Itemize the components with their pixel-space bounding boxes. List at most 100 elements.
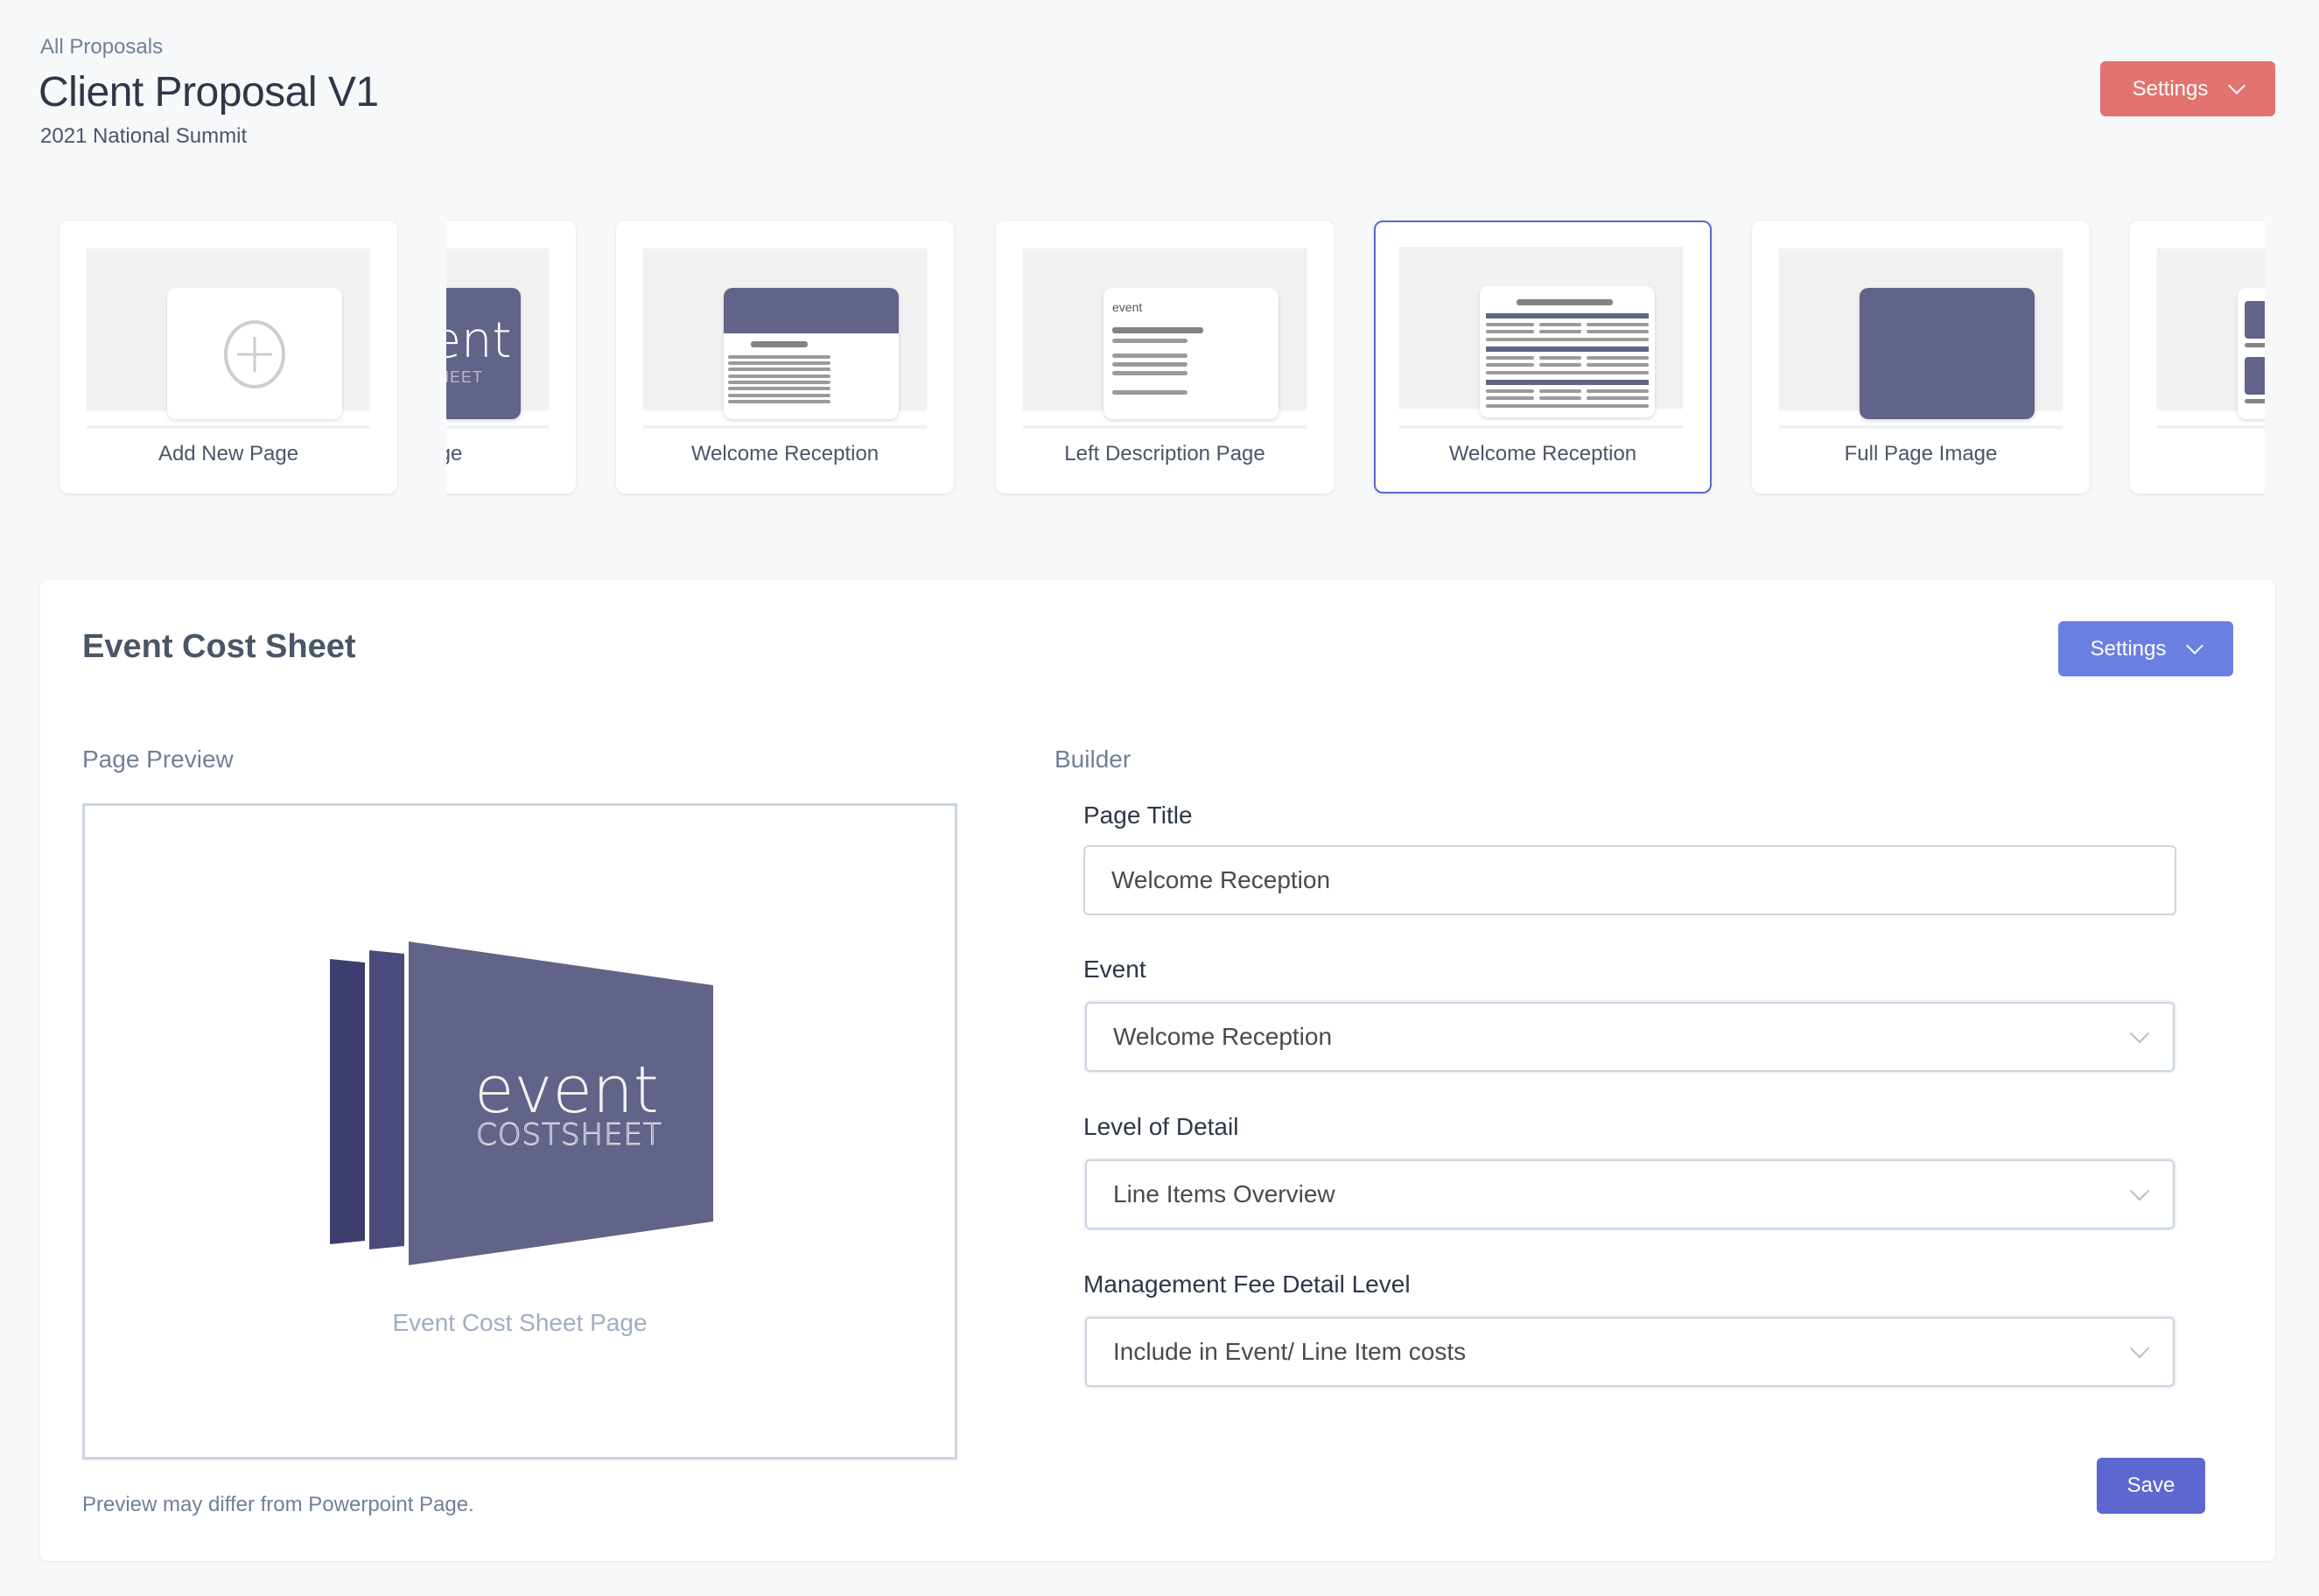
thumbnail-bar: [1587, 323, 1649, 326]
thumbnail-background: [1779, 248, 2063, 419]
thumbnail-bar: [1539, 323, 1581, 326]
thumbnail-bar: [1486, 330, 1534, 333]
thumbnail-bar: [1517, 299, 1613, 305]
thumbnail-bar: [1486, 396, 1534, 400]
card-label: Welcome Reception: [690, 442, 879, 466]
thumbnail-bar: [1112, 362, 1188, 367]
thumbnail-table-header: [1486, 346, 1649, 352]
management-fee-value: Include in Event/ Line Item costs: [1113, 1338, 1467, 1365]
page-title-value: Welcome Reception: [1111, 866, 1331, 893]
logo-page-back: [330, 959, 365, 1244]
thumbnail-background: event COSTSHEET: [446, 248, 549, 419]
save-button[interactable]: Save: [2097, 1458, 2205, 1514]
chevron-down-icon: [2129, 1338, 2150, 1359]
event-value: Welcome Reception: [1113, 1023, 1333, 1050]
card-divider: [2157, 425, 2265, 429]
thumbnail-bar: [1112, 390, 1188, 395]
card-label: Left Description Page: [1064, 442, 1265, 466]
thumbnail-bar: [1587, 330, 1649, 333]
thumbnail-bar: [1587, 363, 1649, 367]
thumbnail-bar: [1486, 356, 1534, 360]
page-preview-label: Page Preview: [82, 746, 234, 773]
thumbnail-bar: [2245, 343, 2265, 347]
card-label: Full Page Image: [1844, 442, 1998, 466]
thumbnail-bar: [1486, 389, 1534, 393]
page-card-cover[interactable]: event COSTSHEET Cover Page: [446, 220, 576, 494]
card-divider: [446, 425, 549, 429]
thumbnail-page: [167, 288, 342, 419]
thumbnail-logo-text: event: [1112, 300, 1143, 314]
thumbnail-background: [1399, 247, 1683, 417]
logo-page-middle: [369, 950, 404, 1250]
thumbnail-bar: [1486, 404, 1649, 408]
thumbnail-bar: [1539, 389, 1581, 393]
thumbnail-bar: [1539, 363, 1581, 367]
chevron-down-icon: [2129, 1180, 2150, 1201]
logo-sub-text: COSTSHEET: [476, 1117, 662, 1152]
thumbnail-bar: [728, 361, 830, 365]
plus-circle-icon: [224, 320, 285, 388]
thumbnail-header-text: [724, 288, 899, 419]
thumbnail-bar: [1539, 330, 1581, 333]
management-fee-select[interactable]: Include in Event/ Line Item costs: [1085, 1317, 2175, 1387]
card-divider: [1023, 425, 1307, 429]
panel-title: Event Cost Sheet: [82, 628, 356, 665]
add-new-page-card[interactable]: Add New Page: [60, 220, 397, 494]
page-carousel[interactable]: event COSTSHEET Cover Page Welcome Rec: [446, 210, 2265, 508]
thumbnail-bar: [728, 368, 830, 371]
page-card-full-page-image[interactable]: Full Page Image: [1752, 220, 2090, 494]
chevron-down-icon: [2186, 636, 2204, 654]
thumbnail-bar: [1112, 339, 1188, 343]
level-of-detail-select[interactable]: Line Items Overview: [1085, 1159, 2175, 1229]
thumbnail-bar: [728, 394, 830, 397]
page-preview: event COSTSHEET: [82, 803, 957, 1460]
page-settings-button[interactable]: Settings: [2058, 621, 2233, 676]
thumbnail-table-header: [1486, 380, 1649, 385]
thumbnail-background: event: [1023, 248, 1307, 419]
page-card-left-description[interactable]: event Left Description Page: [996, 220, 1334, 494]
settings-label: Settings: [2132, 76, 2209, 101]
page-subtitle: 2021 National Summit: [40, 124, 248, 148]
builder-label: Builder: [1054, 746, 1131, 773]
logo-sub: COSTSHEET: [446, 368, 484, 386]
proposal-settings-button[interactable]: Settings: [2100, 61, 2275, 116]
thumbnail-bar: [1486, 338, 1649, 341]
page-title-label: Page Title: [1083, 802, 1193, 829]
thumbnail-image-list: [2238, 288, 2265, 419]
card-divider: [643, 425, 927, 429]
logo-word: event: [446, 312, 512, 369]
thumbnail-image-block: [2245, 301, 2265, 339]
breadcrumb-all-proposals[interactable]: All Proposals: [40, 35, 163, 60]
thumbnail-bar: [1112, 327, 1203, 333]
page-card-welcome-reception[interactable]: Welcome Reception: [616, 220, 954, 494]
card-divider: [87, 425, 370, 429]
card-label: Welcome Reception: [1448, 442, 1637, 466]
thumbnail-bar: [1486, 363, 1534, 367]
level-of-detail-value: Line Items Overview: [1113, 1180, 1335, 1208]
card-divider: [1399, 425, 1683, 429]
card-divider: [1779, 425, 2063, 429]
thumbnail-bar: [1539, 396, 1581, 400]
thumbnail-full-image: [1860, 288, 2035, 419]
card-label: Add New Page: [158, 442, 299, 466]
thumbnail-bar: [1587, 389, 1649, 393]
thumbnail-image-block: [2245, 357, 2265, 395]
thumbnail-background: [2157, 248, 2265, 419]
page-card-image-list[interactable]: [2130, 220, 2265, 494]
page-title: Client Proposal V1: [39, 69, 379, 116]
thumbnail-bar: [728, 355, 830, 359]
thumbnail-bar: [1587, 356, 1649, 360]
thumbnail-bar: [728, 381, 830, 384]
thumbnail-bar: [728, 387, 830, 390]
thumbnail-bar: [1112, 371, 1188, 375]
event-costsheet-logo: event COSTSHEET: [330, 942, 713, 1265]
preview-caption: Event Cost Sheet Page: [392, 1309, 648, 1336]
thumbnail-table-header: [1486, 313, 1649, 318]
page-title-input[interactable]: Welcome Reception: [1083, 845, 2176, 915]
event-label: Event: [1083, 956, 1146, 983]
page-card-welcome-reception-selected[interactable]: Welcome Reception: [1374, 220, 1712, 494]
event-select[interactable]: Welcome Reception: [1085, 1002, 2175, 1072]
thumbnail-bar: [1112, 354, 1188, 358]
card-label: Cover Page: [446, 442, 463, 466]
thumbnail-bar: [1587, 396, 1649, 400]
